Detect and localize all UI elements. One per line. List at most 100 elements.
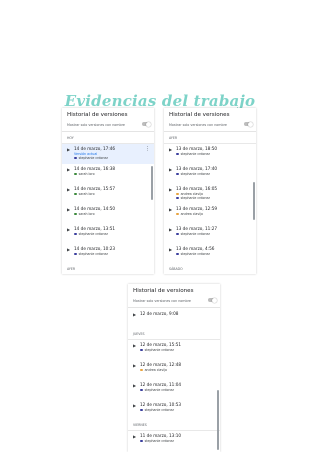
version-item[interactable]: ▶ 14 de marzo, 17:46 Versión actual stephan… [62, 144, 154, 164]
author-name: sarah loro [78, 212, 95, 216]
version-author: andrea clavijo [140, 368, 215, 372]
toggle-knob [212, 297, 217, 303]
author-name: stephanie crdonez [180, 252, 210, 256]
panel-header: Historial de versiones [67, 112, 128, 118]
version-author: stephanie crdonez [74, 252, 149, 256]
section-label: AYER [164, 133, 256, 144]
author-name: sarah loro [78, 192, 95, 196]
named-versions-toggle[interactable] [142, 121, 151, 127]
version-item[interactable]: ▶ 11 de marzo, 13:10 stephanie crdonez [128, 431, 220, 451]
named-versions-toggle[interactable] [244, 121, 253, 127]
named-versions-toggle[interactable] [208, 297, 217, 303]
expand-arrow-icon[interactable]: ▶ [67, 247, 70, 252]
expand-arrow-icon[interactable]: ▶ [169, 247, 172, 252]
expand-arrow-icon[interactable]: ▶ [67, 207, 70, 212]
author-name: stephanie crdonez [180, 152, 210, 156]
panel-header: Historial de versiones [133, 288, 194, 294]
version-author: stephanie crdonez [176, 252, 251, 256]
author-color-dot [74, 232, 77, 236]
version-item[interactable]: ▶ 12 de marzo, 11:04 stephanie crdonez [128, 380, 220, 400]
toggle-knob [146, 121, 151, 127]
author-name: andrea clavijo [144, 368, 167, 372]
version-author: andrea clavijo [176, 212, 251, 216]
author-color-dot [140, 408, 143, 412]
version-item[interactable]: ▶ 12 de marzo, 12:48 andrea clavijo [128, 360, 220, 380]
version-list: ▶ 12 de marzo, 9:08 JUEVES ▶ 12 de marzo, 15… [128, 308, 220, 452]
author-color-dot [74, 172, 77, 176]
expand-arrow-icon[interactable]: ▶ [133, 312, 136, 317]
version-author: sarah loro [74, 192, 149, 196]
expand-arrow-icon[interactable]: ▶ [169, 227, 172, 232]
version-author: stephanie crdonez [140, 439, 215, 443]
version-item[interactable]: ▶ 14 de marzo, 13:51 stephanie crdonez [62, 224, 154, 244]
toggle-label: Mostrar solo versiones con nombre [67, 123, 125, 127]
toggle-knob [248, 121, 253, 127]
panel-header: Historial de versiones [169, 112, 230, 118]
expand-arrow-icon[interactable]: ▶ [67, 187, 70, 192]
author-color-dot [176, 232, 179, 236]
author-color-dot [140, 348, 143, 352]
scrollbar[interactable] [253, 182, 255, 220]
author-name: stephanie crdonez [144, 408, 174, 412]
author-name: stephanie crdonez [78, 156, 108, 160]
version-author: stephanie crdonez [176, 196, 251, 200]
expand-arrow-icon[interactable]: ▶ [169, 167, 172, 172]
version-item[interactable]: ▶ 13 de marzo, 12:59 andrea clavijo [164, 204, 256, 224]
version-item[interactable]: ▶ 13 de marzo, 16:05 andrea clavijo stephan… [164, 184, 256, 204]
version-history-panel-2: Historial de versiones Mostrar solo vers… [164, 108, 256, 274]
expand-arrow-icon[interactable]: ▶ [169, 147, 172, 152]
more-options-icon[interactable]: ⋮ [145, 147, 150, 152]
scrollbar[interactable] [217, 390, 219, 450]
version-author: stephanie crdonez [74, 156, 149, 160]
expand-arrow-icon[interactable]: ▶ [169, 187, 172, 192]
page-title: Evidencias del trabajo [64, 92, 256, 110]
author-color-dot [176, 252, 179, 256]
expand-arrow-icon[interactable]: ▶ [133, 383, 136, 388]
named-versions-toggle-row[interactable]: Mostrar solo versiones con nombre [128, 297, 220, 308]
named-versions-toggle-row[interactable]: Mostrar solo versiones con nombre [164, 121, 256, 132]
expand-arrow-icon[interactable]: ▶ [133, 343, 136, 348]
expand-arrow-icon[interactable]: ▶ [133, 434, 136, 439]
version-date: 12 de marzo, 9:08 [140, 311, 179, 316]
version-item[interactable]: ▶ 14 de marzo, 15:57 sarah loro [62, 184, 154, 204]
toggle-label: Mostrar solo versiones con nombre [169, 123, 227, 127]
author-name: stephanie crdonez [180, 196, 210, 200]
section-label: JUEVES [128, 329, 220, 340]
author-color-dot [74, 252, 77, 256]
expand-arrow-icon[interactable]: ▶ [67, 147, 70, 152]
version-item[interactable]: ▶ 14 de marzo, 16:38 sarah loro [62, 164, 154, 184]
author-color-dot [176, 192, 179, 196]
version-item[interactable]: ▶ 12 de marzo, 15:51 stephanie crdonez [128, 340, 220, 360]
version-item[interactable]: ▶ 13 de marzo, 18:50 stephanie crdonez [164, 144, 256, 164]
section-label: HOY [62, 133, 154, 144]
author-color-dot [140, 439, 143, 443]
author-color-dot [140, 368, 143, 372]
version-list: HOY ▶ 14 de marzo, 17:46 Versión actual step… [62, 132, 154, 274]
version-item[interactable]: ▶ 12 de marzo, 9:08 [128, 309, 220, 329]
named-versions-toggle-row[interactable]: Mostrar solo versiones con nombre [62, 121, 154, 132]
version-author: stephanie crdonez [140, 348, 215, 352]
author-name: andrea clavijo [180, 212, 203, 216]
version-item[interactable]: ▶ 13 de marzo, 4:56 stephanie crdonez [164, 244, 256, 264]
toggle-label: Mostrar solo versiones con nombre [133, 299, 191, 303]
version-item[interactable]: ▶ 13 de marzo, 11:27 stephanie crdonez [164, 224, 256, 244]
version-author: sarah loro [74, 212, 149, 216]
author-color-dot [176, 196, 179, 200]
expand-arrow-icon[interactable]: ▶ [67, 167, 70, 172]
version-item[interactable]: ▶ 14 de marzo, 14:50 sarah loro [62, 204, 154, 224]
expand-arrow-icon[interactable]: ▶ [133, 403, 136, 408]
scrollbar[interactable] [151, 166, 153, 200]
author-color-dot [176, 212, 179, 216]
version-author: stephanie crdonez [176, 152, 251, 156]
version-item[interactable]: ▶ 14 de marzo, 10:23 stephanie crdonez [62, 244, 154, 264]
expand-arrow-icon[interactable]: ▶ [133, 363, 136, 368]
author-name: stephanie crdonez [180, 232, 210, 236]
version-history-panel-3: Historial de versiones Mostrar solo vers… [128, 284, 220, 452]
version-item[interactable]: ▶ 12 de marzo, 10:53 stephanie crdonez [128, 400, 220, 420]
version-list: AYER ▶ 13 de marzo, 18:50 stephanie crdonez… [164, 132, 256, 274]
version-author: stephanie crdonez [74, 232, 149, 236]
expand-arrow-icon[interactable]: ▶ [67, 227, 70, 232]
version-item[interactable]: ▶ 13 de marzo, 17:40 stephanie crdonez [164, 164, 256, 184]
author-color-dot [74, 212, 77, 216]
expand-arrow-icon[interactable]: ▶ [169, 207, 172, 212]
